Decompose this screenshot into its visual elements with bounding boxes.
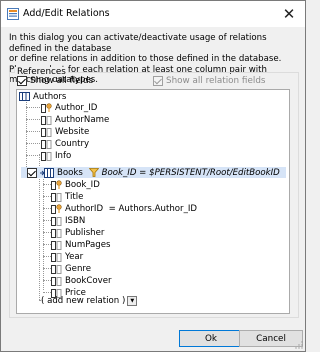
tree-field-authorid[interactable]: AuthorID = Authors.Author_ID bbox=[51, 203, 197, 215]
field-label: BookCover bbox=[65, 276, 112, 286]
tree-field-info[interactable]: Info bbox=[41, 150, 71, 162]
description-line: or define relations in addition to those… bbox=[9, 54, 282, 64]
field-icon bbox=[51, 240, 62, 250]
tree-field-numpages[interactable]: NumPages bbox=[51, 239, 111, 251]
field-label: ISBN bbox=[65, 216, 86, 226]
field-icon bbox=[51, 252, 62, 262]
field-label: AuthorID bbox=[65, 204, 104, 214]
window-title: Add/Edit Relations bbox=[23, 8, 110, 19]
field-icon bbox=[41, 127, 52, 137]
resize-grip-icon[interactable] bbox=[295, 341, 303, 349]
show-all-relation-fields-checkbox: Show all relation fields bbox=[153, 76, 266, 87]
add-edit-relations-dialog: Add/Edit Relations ✕ In this dialog you … bbox=[0, 0, 306, 352]
tree-field-isbn[interactable]: ISBN bbox=[51, 215, 85, 227]
ok-button[interactable]: Ok bbox=[179, 330, 243, 347]
checkbox-icon[interactable] bbox=[17, 76, 27, 86]
show-all-fields-label: Show all fields bbox=[30, 76, 94, 86]
field-label: Website bbox=[55, 127, 90, 137]
table-icon bbox=[19, 92, 30, 101]
add-new-relation[interactable]: ( add new relation ) ▼ bbox=[41, 295, 138, 307]
close-icon[interactable]: ✕ bbox=[279, 4, 299, 24]
tree-field-year[interactable]: Year bbox=[51, 251, 83, 263]
relation-filter-expression: Book_ID = $PERSISTENT/Root/EditBookID bbox=[101, 168, 280, 178]
field-label: Author_ID bbox=[55, 103, 98, 113]
field-label: AuthorName bbox=[55, 115, 110, 125]
title-bar: Add/Edit Relations ✕ bbox=[1, 1, 305, 27]
checkbox-icon bbox=[153, 76, 163, 86]
tree-field-country[interactable]: Country bbox=[41, 138, 89, 150]
tree-relation-books[interactable]: Books Book_ID = $PERSISTENT/Root/EditBoo… bbox=[27, 167, 280, 179]
tree-field-publisher[interactable]: Publisher bbox=[51, 227, 104, 239]
tree-field-genre[interactable]: Genre bbox=[51, 263, 91, 275]
cancel-button[interactable]: Cancel bbox=[239, 330, 303, 347]
field-label: Genre bbox=[65, 264, 92, 274]
app-icon bbox=[7, 8, 19, 20]
tree-root-label: Authors bbox=[33, 92, 67, 102]
field-icon bbox=[41, 151, 52, 161]
key-field-icon bbox=[51, 203, 62, 214]
tree-field-author-id[interactable]: Author_ID bbox=[41, 102, 97, 114]
filter-icon[interactable] bbox=[88, 168, 99, 177]
field-label: NumPages bbox=[65, 240, 111, 250]
tree-field-title[interactable]: Title bbox=[51, 191, 83, 203]
key-field-icon bbox=[41, 102, 52, 113]
description-line: In this dialog you can activate/deactiva… bbox=[9, 33, 267, 54]
field-label: Title bbox=[65, 192, 84, 202]
relations-tree[interactable]: Authors Author_ID AuthorName Website Cou… bbox=[16, 89, 290, 314]
field-label: Book_ID bbox=[65, 180, 100, 190]
relation-label: Books bbox=[57, 168, 83, 178]
tree-field-bookcover[interactable]: BookCover bbox=[51, 275, 112, 287]
tree-field-authorname[interactable]: AuthorName bbox=[41, 114, 109, 126]
field-label: Publisher bbox=[65, 228, 105, 238]
field-relation: = Authors.Author_ID bbox=[108, 204, 198, 214]
show-all-relation-fields-label: Show all relation fields bbox=[166, 76, 266, 86]
field-icon bbox=[41, 115, 52, 125]
key-field-icon bbox=[51, 179, 62, 190]
field-label: Year bbox=[65, 252, 84, 262]
relation-table-icon bbox=[40, 167, 54, 178]
field-label: Country bbox=[55, 139, 90, 149]
tree-field-website[interactable]: Website bbox=[41, 126, 89, 138]
field-icon bbox=[51, 228, 62, 238]
field-icon bbox=[51, 264, 62, 274]
field-icon bbox=[51, 192, 62, 202]
field-icon bbox=[51, 276, 62, 286]
relation-checkbox[interactable] bbox=[27, 167, 37, 178]
field-icon bbox=[51, 216, 62, 226]
tree-field-book-id[interactable]: Book_ID bbox=[51, 179, 100, 191]
field-label: Info bbox=[55, 151, 72, 161]
chevron-down-icon[interactable]: ▼ bbox=[127, 295, 138, 306]
field-icon bbox=[41, 139, 52, 149]
add-new-relation-label: ( add new relation ) bbox=[41, 296, 126, 306]
show-all-fields-checkbox[interactable]: Show all fields bbox=[17, 76, 93, 87]
